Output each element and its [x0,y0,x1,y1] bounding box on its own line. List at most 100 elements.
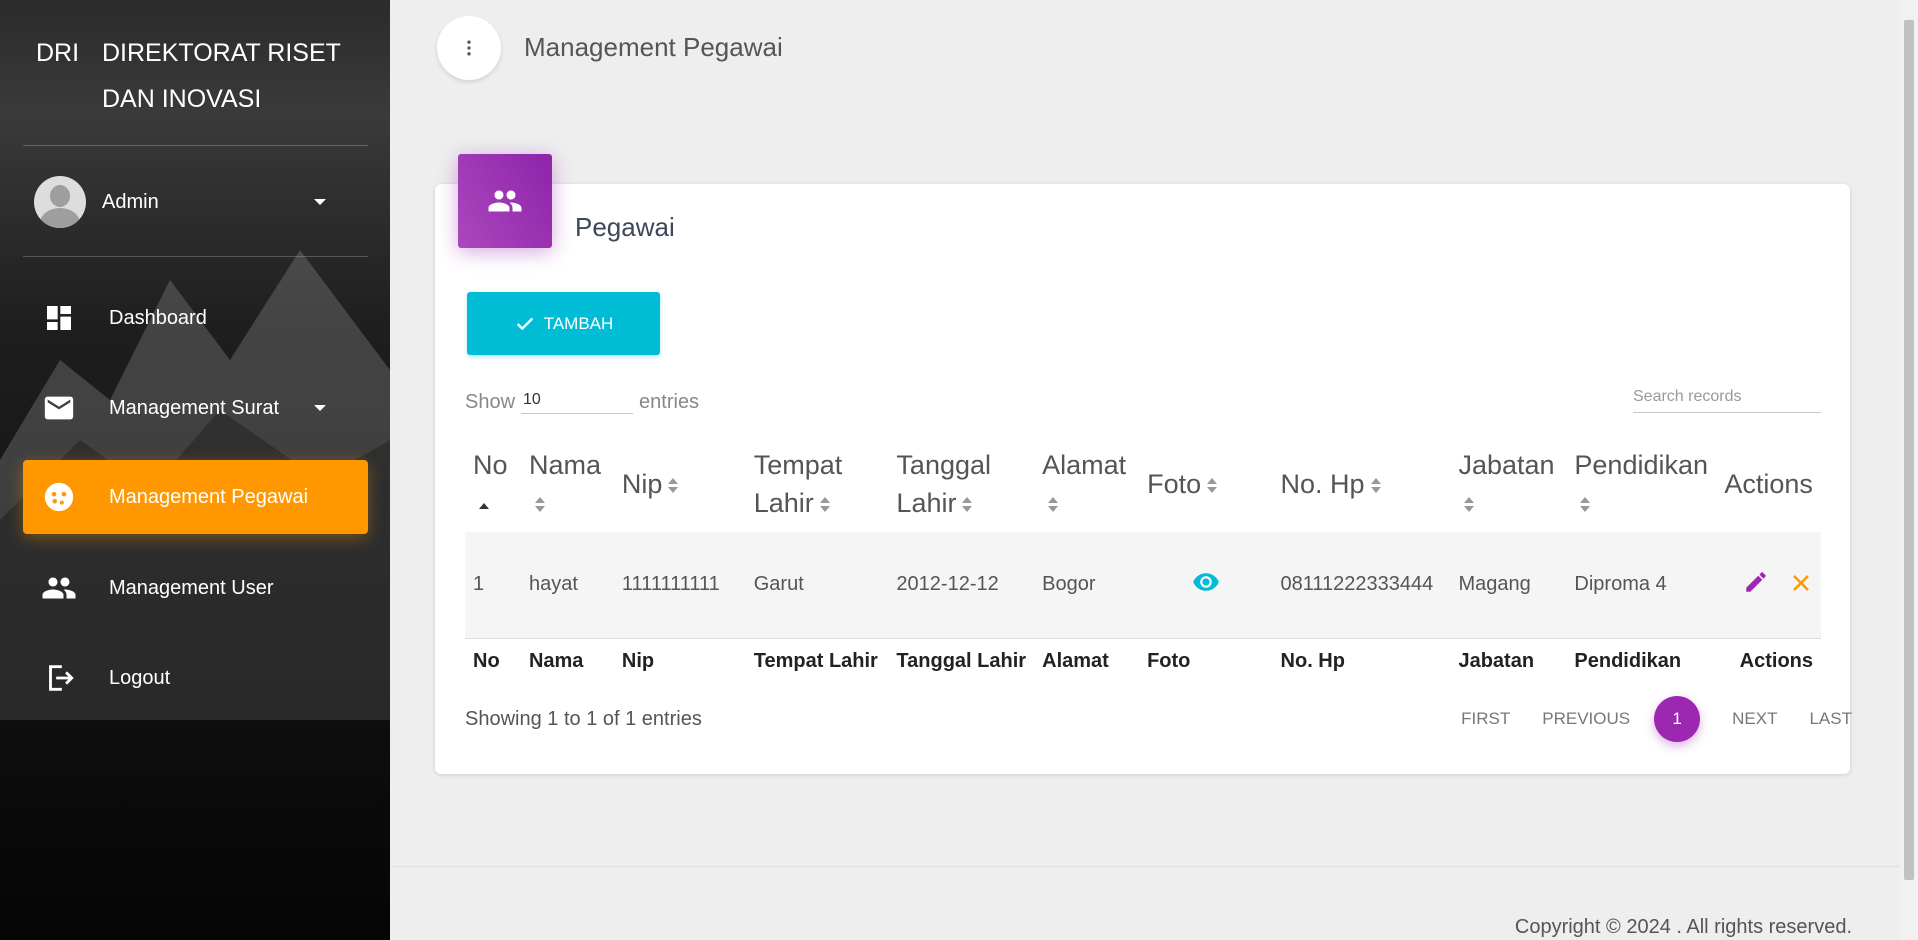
footer-header: Actions [1739,649,1813,672]
sidebar-item-label: Logout [109,666,171,689]
column-header[interactable]: Nip [614,436,746,532]
sort-icon [1580,496,1591,513]
search-input[interactable]: Search records [1633,388,1821,413]
pegawai-table: No Nama Nip Tempat Lahir Tanggal Lahir A… [465,436,1821,684]
cell-actions [1716,532,1821,639]
length-control: Show 10 entries [465,386,699,414]
sort-icon [819,496,830,513]
tambah-button[interactable]: TAMBAH [467,292,660,355]
card-header-icon [458,154,552,248]
tambah-label: TAMBAH [543,313,614,333]
sidebar-item-label: Management Pegawai [109,485,309,508]
show-label: Show [465,391,516,413]
cell-nip: 1111111111 [613,532,746,639]
mail-icon [41,390,77,426]
column-header[interactable]: No [465,436,521,532]
cell-tanggal-lahir: 2012-12-12 [888,532,1035,639]
brand-mini: DRI [36,39,80,67]
sidebar-item-management-pegawai[interactable]: Management Pegawai [23,460,368,534]
entries-label: entries [639,391,700,413]
cell-jabatan: Magang [1450,532,1567,639]
cell-no-hp: 08111222333444 [1272,532,1451,639]
sidebar-item-label: Management User [109,576,274,599]
caret-down-icon [314,405,326,411]
cell-nama: hayat [520,532,614,639]
sort-icon [668,477,679,494]
sort-icon [1464,496,1475,513]
column-header[interactable]: Jabatan [1450,436,1566,532]
card-title: Pegawai [575,212,675,242]
pagination-current-page[interactable]: 1 [1654,696,1701,742]
sidebar-item-label: Management Surat [109,396,280,419]
sort-icon [962,496,973,513]
sidebar-item-dashboard[interactable]: Dashboard [23,281,368,355]
people-icon [488,190,522,212]
footer-header: No [473,649,500,672]
delete-icon[interactable] [1789,571,1813,595]
avatar [34,176,86,228]
column-header: Actions [1724,469,1813,499]
cell-alamat: Bogor [1034,532,1140,639]
table-row: 1 hayat 1111111111 Garut 2012-12-12 Bogo… [465,532,1821,639]
footer-header: No. Hp [1280,649,1345,672]
column-header[interactable]: Tempat Lahir [746,436,889,532]
user-name: Admin [102,190,159,213]
sort-icon [1048,496,1059,513]
footer-header: Tanggal Lahir [896,649,1027,672]
cell-foto [1139,532,1273,639]
table-info: Showing 1 to 1 of 1 entries [465,708,702,730]
scrollbar-thumb[interactable] [1904,20,1914,880]
pagination-first[interactable]: FIRST [1461,709,1510,729]
table-header-row: No Nama Nip Tempat Lahir Tanggal Lahir A… [465,436,1821,532]
footer-header: Nip [621,649,655,672]
footer-header: Tempat Lahir [753,649,878,672]
footer-header: Nama [528,649,584,672]
copyright: Copyright © 2024 . All rights reserved. [1514,916,1852,938]
column-header[interactable]: Pendidikan [1566,436,1716,532]
cell-tempat-lahir: Garut [745,532,889,639]
edit-icon[interactable] [1743,569,1769,595]
column-header[interactable]: Foto [1139,436,1272,532]
entries-length-select[interactable]: 10 [521,386,634,414]
sort-asc-icon [479,497,489,513]
dashboard-icon [41,300,77,336]
sidebar-item-management-surat[interactable]: Management Surat [23,371,368,445]
pagination-last[interactable]: LAST [1809,709,1852,729]
footer-header: Pendidikan [1574,649,1682,672]
more-vert-icon [467,40,471,56]
pagination-next[interactable]: NEXT [1732,709,1777,729]
divider [23,145,368,146]
sidebar-item-label: Dashboard [109,306,207,329]
table-footer-row: No Nama Nip Tempat Lahir Tanggal Lahir A… [465,638,1821,684]
people-icon [41,570,77,606]
page-title: Management Pegawai [524,32,783,62]
column-header[interactable]: Nama [521,436,614,532]
column-header[interactable]: Alamat [1034,436,1139,532]
caret-down-icon [314,199,326,205]
footer-header: Alamat [1042,649,1109,672]
column-header[interactable]: No. Hp [1273,436,1451,532]
user-menu[interactable]: Admin [34,176,334,228]
footer-header: Jabatan [1458,649,1535,672]
pagination: FIRST PREVIOUS 1 NEXT LAST [1429,696,1852,742]
footer-header: Foto [1147,649,1191,672]
brand[interactable]: DRI DIREKTORAT RISET DAN INOVASI [36,30,362,122]
eye-icon[interactable] [1192,568,1220,596]
brand-full: DIREKTORAT RISET DAN INOVASI [102,39,341,113]
check-icon [516,317,533,330]
sidebar-item-logout[interactable]: Logout [23,641,368,715]
divider [23,256,368,257]
sort-icon [1370,477,1381,494]
sort-icon [1207,477,1218,494]
column-header[interactable]: Tanggal Lahir [888,436,1034,532]
sidebar-item-management-user[interactable]: Management User [23,551,368,625]
sidebar-toggle-button[interactable] [437,16,501,80]
logout-icon [41,660,77,696]
sort-icon [534,496,545,513]
cell-pendidikan: Diproma 4 [1566,532,1717,639]
cell-no: 1 [465,532,521,639]
scrollbar[interactable] [1900,0,1918,940]
sidebar: DRI DIREKTORAT RISET DAN INOVASI Admin D… [0,0,390,940]
pagination-previous[interactable]: PREVIOUS [1542,709,1630,729]
footer-divider [390,866,1900,867]
